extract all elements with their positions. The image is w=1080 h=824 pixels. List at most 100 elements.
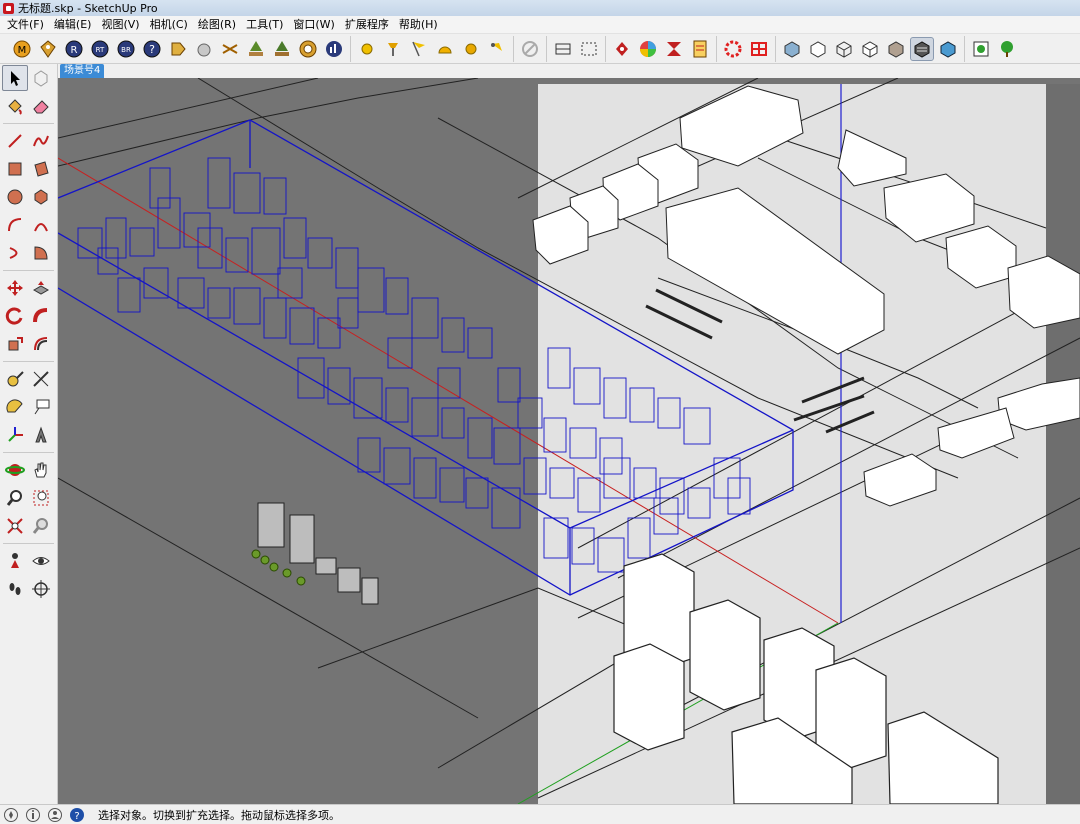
pencil-line-icon[interactable] (2, 128, 28, 154)
freehand-icon[interactable] (28, 128, 54, 154)
component-icon[interactable] (610, 37, 634, 61)
model-viewport[interactable] (58, 78, 1080, 804)
protractor-icon[interactable] (2, 394, 28, 420)
gear-red-icon[interactable] (721, 37, 745, 61)
tree2-icon[interactable] (270, 37, 294, 61)
lamp-icon[interactable] (381, 37, 405, 61)
walk-footprints-icon[interactable] (2, 576, 28, 602)
extension-m-icon[interactable]: M (10, 37, 34, 61)
zoom-extents-icon[interactable] (2, 513, 28, 539)
menu-tools[interactable]: 工具(T) (241, 16, 288, 34)
orbit-icon[interactable] (2, 457, 28, 483)
dashed-box-icon[interactable] (577, 37, 601, 61)
pan-hand-icon[interactable] (28, 457, 54, 483)
move-icon[interactable] (2, 275, 28, 301)
help-question-icon[interactable]: ? (68, 806, 86, 824)
extension-tag-icon[interactable] (36, 37, 60, 61)
color-wheel-icon[interactable] (636, 37, 660, 61)
shaded-icon[interactable] (884, 37, 908, 61)
grid-red-icon[interactable] (747, 37, 771, 61)
extension-r-icon[interactable]: R (62, 37, 86, 61)
tree-icon[interactable] (244, 37, 268, 61)
shaded-textures-icon[interactable] (910, 36, 934, 61)
section-icon[interactable] (551, 37, 575, 61)
position-camera-icon[interactable] (2, 548, 28, 574)
text-icon[interactable] (28, 394, 54, 420)
scale-icon[interactable] (2, 331, 28, 357)
menu-window[interactable]: 窗口(W) (288, 16, 339, 34)
unselected-buildings (257, 502, 379, 605)
crop-icon[interactable] (662, 37, 686, 61)
tape-measure-icon[interactable] (2, 366, 28, 392)
dimension-icon[interactable] (28, 366, 54, 392)
toolbar-group-misc (513, 35, 546, 62)
help-icon[interactable]: ? (140, 37, 164, 61)
tool-separator (3, 358, 54, 362)
status-message: 选择对象。切换到扩充选择。拖动鼠标选择多项。 (98, 808, 340, 822)
orb-icon[interactable] (459, 37, 483, 61)
extension-rt-icon[interactable]: RT (88, 37, 112, 61)
arc-icon[interactable] (2, 212, 28, 238)
monochrome-icon[interactable] (936, 37, 960, 61)
geo-location-icon[interactable] (2, 806, 20, 824)
rotated-rectangle-icon[interactable] (28, 156, 54, 182)
spotlight-icon[interactable] (485, 37, 509, 61)
paint-bucket-icon[interactable] (2, 93, 28, 119)
zoom-window-icon[interactable] (28, 485, 54, 511)
sun-icon[interactable] (355, 37, 379, 61)
axes-icon[interactable] (2, 422, 28, 448)
extension-br-icon[interactable]: BR (114, 37, 138, 61)
zoom-icon[interactable] (2, 485, 28, 511)
xray-icon[interactable] (780, 37, 804, 61)
menu-camera[interactable]: 相机(C) (145, 16, 193, 34)
dome-icon[interactable] (433, 37, 457, 61)
3d-text-icon[interactable] (28, 422, 54, 448)
chart-icon[interactable] (322, 37, 346, 61)
offset-icon[interactable] (28, 331, 54, 357)
flag-icon[interactable] (407, 37, 431, 61)
hidden-line-icon[interactable] (858, 37, 882, 61)
tool-separator (3, 449, 54, 453)
menu-help[interactable]: 帮助(H) (394, 16, 443, 34)
no-entry-icon[interactable] (518, 37, 542, 61)
menu-edit[interactable]: 编辑(E) (49, 16, 97, 34)
svg-text:M: M (18, 45, 27, 56)
menu-draw[interactable]: 绘图(R) (193, 16, 241, 34)
tag-tool-icon[interactable] (166, 37, 190, 61)
two-point-arc-icon[interactable] (28, 212, 54, 238)
follow-me-icon[interactable] (28, 303, 54, 329)
tree-green-icon[interactable] (995, 37, 1019, 61)
scissors-icon[interactable] (218, 37, 242, 61)
polygon-icon[interactable] (28, 184, 54, 210)
menu-bar: 文件(F) 编辑(E) 视图(V) 相机(C) 绘图(R) 工具(T) 窗口(W… (0, 16, 1080, 34)
left-tool-palette (0, 64, 58, 804)
select-arrow-icon[interactable] (2, 65, 28, 91)
sphere-icon[interactable] (192, 37, 216, 61)
rectangle-icon[interactable] (2, 156, 28, 182)
toolbar-group-extensions: M R RT BR ? (6, 36, 350, 62)
circle-icon[interactable] (2, 184, 28, 210)
toolbar-group-lighting (350, 35, 513, 62)
menu-file[interactable]: 文件(F) (2, 16, 49, 34)
push-pull-icon[interactable] (28, 275, 54, 301)
window-title: 无标题.skp - SketchUp Pro (18, 2, 158, 15)
component-icon[interactable] (28, 65, 54, 91)
rotate-icon[interactable] (2, 303, 28, 329)
scene-tab[interactable]: 场景号4 (60, 64, 105, 78)
credits-icon[interactable] (24, 806, 42, 824)
eraser-icon[interactable] (28, 93, 54, 119)
svg-text:R: R (71, 45, 78, 56)
three-point-arc-icon[interactable] (2, 240, 28, 266)
target-icon[interactable] (296, 37, 320, 61)
wireframe-icon[interactable] (832, 37, 856, 61)
look-around-eye-icon[interactable] (28, 548, 54, 574)
pie-icon[interactable] (28, 240, 54, 266)
section-plane-icon[interactable] (28, 576, 54, 602)
menu-view[interactable]: 视图(V) (96, 16, 144, 34)
report-icon[interactable] (688, 37, 712, 61)
menu-extensions[interactable]: 扩展程序 (340, 16, 394, 34)
scene-model-icon[interactable] (969, 37, 993, 61)
back-edges-icon[interactable] (806, 37, 830, 61)
previous-view-icon[interactable] (28, 513, 54, 539)
user-account-icon[interactable] (46, 806, 64, 824)
